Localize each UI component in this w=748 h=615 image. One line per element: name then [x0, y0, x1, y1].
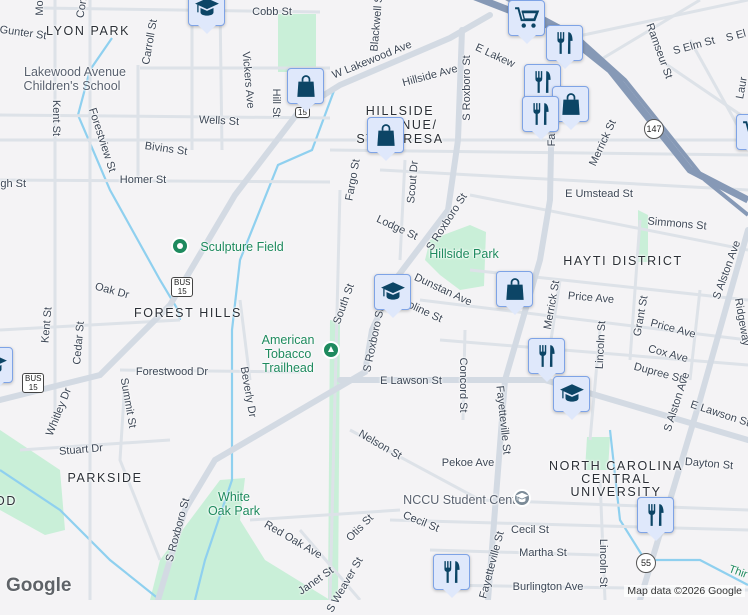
fork-knife-icon	[534, 343, 560, 369]
street-label: Homer St	[120, 174, 166, 186]
shopping-bag-icon	[293, 73, 319, 99]
park-cobb	[278, 14, 316, 72]
restaurant-marker[interactable]	[528, 338, 565, 374]
grocery-marker[interactable]	[736, 114, 748, 150]
restaurant-marker[interactable]	[546, 25, 583, 61]
street-label: igh St	[0, 178, 26, 190]
area-hillside-1: HILLSIDE	[366, 104, 434, 118]
street-label: Laur	[734, 76, 748, 100]
shield-number: 15	[174, 287, 190, 296]
area-nccu-2: CENTRAL	[581, 472, 651, 486]
nc-55-shield: 55	[636, 553, 656, 573]
school-icon	[194, 0, 220, 21]
area-hayti: HAYTI DISTRICT	[563, 254, 682, 268]
poi-white-oak-1[interactable]: White	[218, 490, 250, 504]
school-icon	[559, 381, 585, 407]
shopping-marker[interactable]	[367, 117, 404, 153]
area-forest-hills: FOREST HILLS	[134, 306, 242, 320]
shopping-cart-icon	[514, 5, 540, 31]
street-label: E Lawson St	[380, 375, 442, 387]
poi-trailhead-1[interactable]: American	[262, 333, 315, 347]
map-data-credit[interactable]: Map data ©2026 Google	[624, 585, 745, 597]
street-label: Kent St	[50, 100, 62, 136]
school-poi-icon[interactable]	[513, 489, 531, 507]
shopping-bag-icon	[502, 276, 528, 302]
tree-icon[interactable]: ▲	[322, 341, 340, 359]
shopping-cart-icon	[742, 119, 748, 145]
area-parkside: PARKSIDE	[67, 471, 142, 485]
school-marker[interactable]	[0, 347, 13, 383]
street-label: Cecil St	[511, 524, 549, 536]
shopping-marker[interactable]	[287, 68, 324, 104]
street-label: Martha St	[519, 547, 567, 559]
poi-school-label-2[interactable]: Children's School	[24, 79, 121, 93]
poi-white-oak-2[interactable]: Oak Park	[208, 504, 260, 518]
sculpture-pin-icon[interactable]	[171, 237, 189, 255]
school-marker[interactable]	[188, 0, 225, 26]
street-label: Forestwood Dr	[136, 366, 208, 378]
shopping-bag-icon	[373, 122, 399, 148]
shield-text: BUS	[174, 278, 190, 287]
poi-hillside-park[interactable]: Hillside Park	[429, 247, 498, 261]
poi-trailhead-3[interactable]: Trailhead	[262, 361, 314, 375]
area-od: OD	[0, 494, 17, 508]
park-parkside	[0, 430, 65, 535]
street-label: Mo	[34, 0, 46, 15]
fork-knife-icon	[439, 559, 465, 585]
fork-knife-icon	[643, 502, 669, 528]
bus-15-shield: BUS15	[22, 373, 44, 393]
fork-knife-icon	[552, 30, 578, 56]
school-icon	[380, 279, 406, 305]
poi-sculpture-field[interactable]: Sculpture Field	[200, 240, 283, 254]
street-label: E Umstead St	[565, 188, 633, 200]
poi-trailhead-2[interactable]: Tobacco	[265, 347, 312, 361]
poi-nccu-center[interactable]: NCCU Student Center	[403, 493, 527, 507]
shield-text: BUS	[25, 374, 41, 383]
area-lyon-park: LYON PARK	[46, 24, 130, 38]
shield-number: 15	[25, 383, 41, 392]
street-label: Lincoln St	[594, 321, 609, 370]
poi-school-label-1[interactable]: Lakewood Avenue	[24, 65, 126, 79]
bus-15-shield: BUS15	[171, 277, 193, 297]
school-marker[interactable]	[553, 376, 590, 412]
restaurant-marker[interactable]	[522, 96, 559, 132]
shopping-marker[interactable]	[496, 271, 533, 307]
street-label: Lincoln St	[597, 539, 609, 587]
street-label: Concord St	[457, 357, 469, 412]
grocery-marker[interactable]	[508, 0, 545, 36]
fork-knife-icon	[528, 101, 554, 127]
shopping-bag-icon	[558, 91, 584, 117]
restaurant-marker[interactable]	[433, 554, 470, 590]
street-label: Pekoe Ave	[442, 457, 494, 469]
google-logo: Google	[6, 575, 71, 597]
street-label: Cobb St	[252, 6, 292, 18]
school-icon	[0, 352, 8, 378]
school-marker[interactable]	[374, 274, 411, 310]
area-nccu-1: NORTH CAROLINA	[549, 459, 683, 473]
street-label: Wells St	[199, 114, 240, 128]
street-label: S Roxboro St	[461, 55, 473, 120]
street-label: Burlington Ave	[513, 581, 584, 593]
nc-147-shield: 147	[644, 119, 664, 139]
restaurant-marker[interactable]	[637, 497, 674, 533]
street-label: Hill St	[270, 89, 282, 118]
